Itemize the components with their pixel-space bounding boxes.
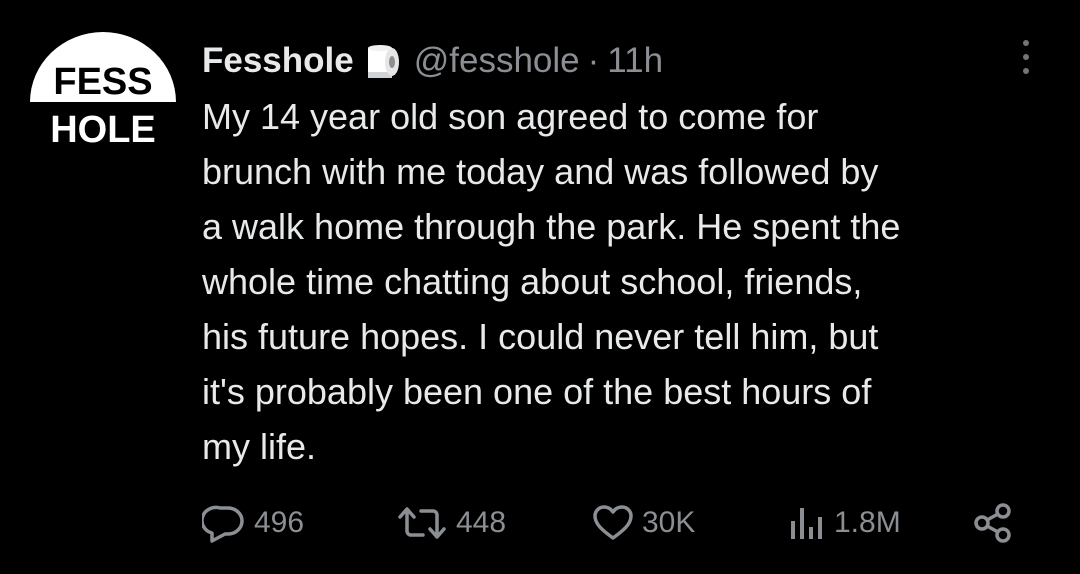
reply-button[interactable]: 496	[202, 500, 304, 546]
views-count: 1.8M	[834, 506, 901, 539]
like-count: 30K	[642, 506, 696, 539]
views-button[interactable]: 1.8M	[786, 500, 901, 546]
share-icon	[974, 503, 1011, 543]
heart-icon	[593, 505, 633, 540]
fesshole-logo: FESS HOLE	[30, 32, 176, 150]
tweet-line: my life.	[202, 426, 317, 467]
more-options-icon[interactable]	[1016, 40, 1036, 74]
like-button[interactable]: 30K	[592, 500, 695, 546]
display-name[interactable]: Fesshole	[202, 41, 354, 81]
reply-count: 496	[254, 506, 305, 539]
tweet-text: My 14 year old son agreed to come for br…	[202, 89, 1052, 474]
logo-text-top: FESS	[53, 61, 152, 103]
tweet-line: brunch with me today and was followed by	[202, 151, 879, 192]
tweet[interactable]: FESS HOLE Fesshole @fesshole · 11h My 14…	[0, 0, 1080, 574]
retweet-button[interactable]: 448	[396, 500, 506, 546]
tweet-line: a walk home through the park. He spent t…	[202, 206, 901, 247]
action-bar: 496 448 30K 1.8M	[202, 500, 1032, 546]
reply-icon	[202, 505, 244, 543]
views-chart-icon	[791, 508, 822, 539]
tweet-line: his future hopes. I could never tell him…	[202, 316, 879, 357]
toilet-paper-icon	[366, 42, 400, 80]
tweet-line: My 14 year old son agreed to come for	[202, 96, 819, 137]
tweet-line: whole time chatting about school, friend…	[202, 261, 863, 302]
timestamp[interactable]: 11h	[607, 41, 663, 81]
retweet-icon	[398, 507, 446, 539]
avatar[interactable]: FESS HOLE	[28, 30, 178, 150]
tweet-line: it's probably been one of the best hours…	[202, 371, 872, 412]
user-handle[interactable]: @fesshole	[414, 41, 580, 81]
retweet-count: 448	[456, 506, 507, 539]
share-button[interactable]	[972, 500, 1014, 546]
tweet-header: Fesshole @fesshole · 11h	[202, 38, 663, 84]
logo-text-bottom: HOLE	[50, 109, 156, 150]
separator-dot: ·	[587, 41, 600, 80]
